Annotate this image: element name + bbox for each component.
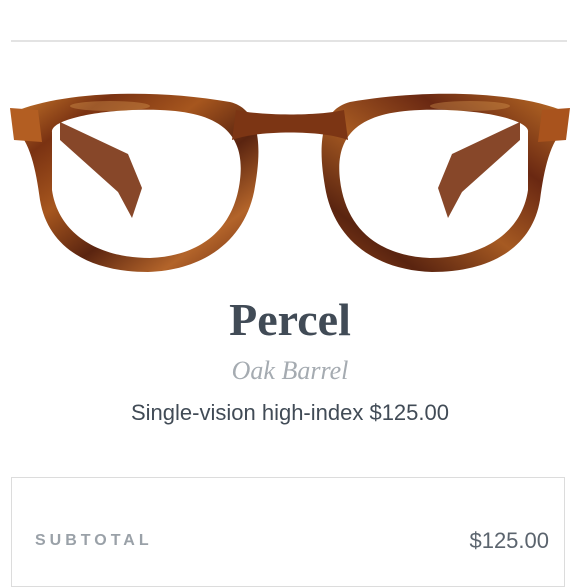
top-divider (11, 40, 567, 42)
product-name: Percel (229, 294, 351, 345)
subtotal-label: SUBTOTAL (35, 532, 153, 549)
lens-description: Single-vision high-index $125.00 (131, 400, 449, 425)
product-image (0, 80, 580, 280)
eyeglasses-icon (10, 93, 570, 272)
product-color-name: Oak Barrel (231, 356, 349, 385)
order-summary: SUBTOTAL $125.00 (11, 477, 565, 587)
subtotal-value: $125.00 (469, 528, 549, 553)
